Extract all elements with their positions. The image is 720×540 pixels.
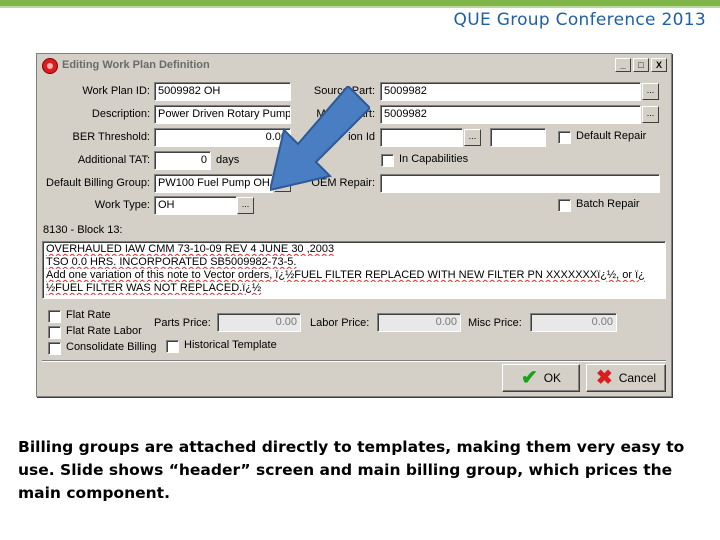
button-separator [42, 360, 666, 362]
close-button[interactable]: X [651, 58, 667, 72]
work-type-lookup-button[interactable]: ... [237, 197, 254, 214]
modify-part-lookup-button[interactable]: ... [642, 106, 659, 123]
source-part-lookup-button[interactable]: ... [642, 83, 659, 100]
app-icon [42, 58, 58, 74]
checkmark-icon: ✔ [520, 367, 538, 389]
window-titlebar[interactable]: Editing Work Plan Definition _ □ X [38, 55, 670, 76]
labor-price-field[interactable]: 0.00 [377, 313, 461, 332]
window-title: Editing Work Plan Definition [62, 59, 210, 71]
default-billing-group-field[interactable]: PW100 Fuel Pump OH [154, 174, 273, 193]
batch-repair-label: Batch Repair [576, 198, 640, 210]
consolidate-billing-label: Consolidate Billing [66, 341, 157, 353]
ber-threshold-label: BER Threshold: [72, 131, 150, 143]
block13-label: 8130 - Block 13: [43, 224, 123, 236]
work-type-label: Work Type: [94, 199, 150, 211]
conference-title: QUE Group Conference 2013 [453, 10, 706, 30]
revision-id-extra-field[interactable] [490, 128, 546, 147]
ok-button-label: OK [543, 371, 562, 385]
minimize-button[interactable]: _ [615, 58, 631, 72]
parts-price-field[interactable]: 0.00 [217, 313, 301, 332]
flat-rate-label: Flat Rate [66, 309, 111, 321]
blue-arrow-icon [270, 86, 370, 192]
slide-caption: Billing groups are attached directly to … [18, 438, 685, 502]
misc-price-label: Misc Price: [468, 317, 522, 329]
historical-template-label: Historical Template [184, 339, 277, 351]
block13-line: Add one variation of this note to Vector… [46, 269, 645, 281]
work-type-field[interactable]: OH [154, 196, 237, 215]
source-part-field[interactable]: 5009982 [380, 82, 641, 101]
flat-rate-labor-label: Flat Rate Labor [66, 325, 142, 337]
additional-tat-label: Additional TAT: [77, 154, 150, 166]
cancel-button[interactable]: ✖ Cancel [586, 364, 666, 392]
labor-price-label: Labor Price: [310, 317, 370, 329]
revision-id-field[interactable] [380, 128, 463, 147]
flat-rate-checkbox[interactable] [48, 310, 61, 323]
in-capabilities-checkbox[interactable] [381, 154, 394, 167]
work-plan-id-label: Work Plan ID: [82, 85, 150, 97]
misc-price-field[interactable]: 0.00 [530, 313, 617, 332]
slide-top-bar-accent [0, 6, 720, 8]
additional-tat-unit: days [216, 154, 240, 166]
ok-button[interactable]: ✔ OK [502, 364, 580, 392]
batch-repair-checkbox[interactable] [558, 199, 571, 212]
modify-part-field[interactable]: 5009982 [380, 105, 641, 124]
consolidate-billing-checkbox[interactable] [48, 342, 61, 355]
historical-template-checkbox[interactable] [166, 340, 179, 353]
maximize-button[interactable]: □ [633, 58, 649, 72]
cancel-button-label: Cancel [618, 371, 657, 385]
default-billing-group-label: Default Billing Group: [46, 177, 150, 189]
x-icon: ✖ [595, 367, 613, 389]
description-label: Description: [91, 108, 150, 120]
block13-memo[interactable]: OVERHAULED IAW CMM 73-10-09 REV 4 JUNE 3… [42, 241, 666, 299]
block13-line: ½FUEL FILTER WAS NOT REPLACED.ï¿½ [46, 282, 262, 294]
block13-line: OVERHAULED IAW CMM 73-10-09 REV 4 JUNE 3… [46, 243, 335, 255]
revision-id-lookup-button[interactable]: ... [464, 129, 481, 146]
flat-rate-labor-checkbox[interactable] [48, 326, 61, 339]
oem-repair-field[interactable] [380, 174, 660, 193]
default-repair-checkbox[interactable] [558, 131, 571, 144]
in-capabilities-label: In Capabilities [399, 153, 469, 165]
parts-price-label: Parts Price: [154, 317, 211, 329]
additional-tat-field[interactable]: 0 [154, 151, 211, 170]
default-repair-label: Default Repair [576, 130, 647, 142]
block13-line: TSO 0.0 HRS. INCORPORATED SB5009982-73-5… [46, 256, 297, 268]
